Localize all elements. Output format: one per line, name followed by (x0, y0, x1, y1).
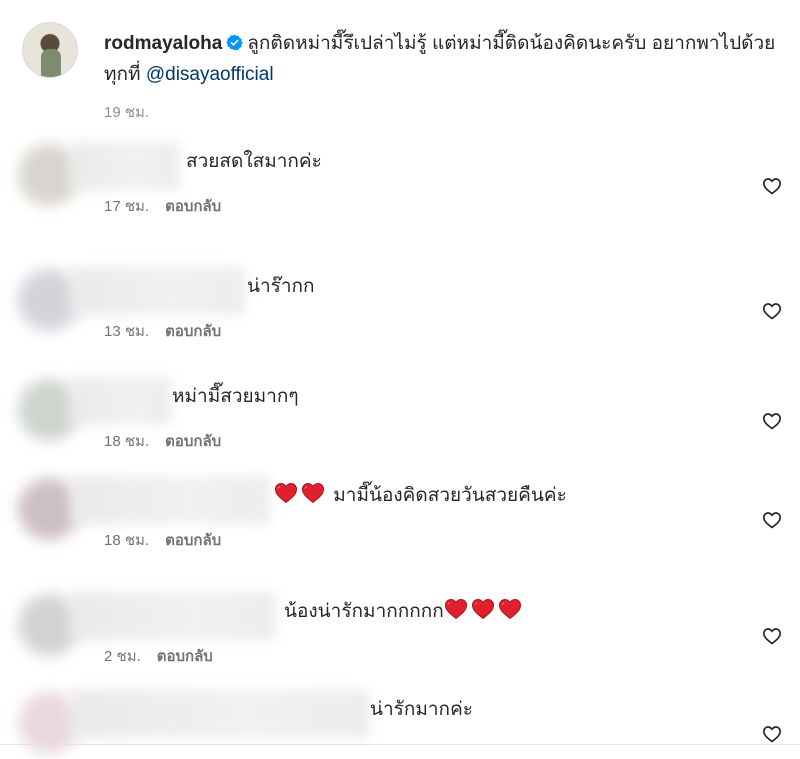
comment-meta: 13 ชม. ตอบกลับ (104, 319, 221, 343)
divider (0, 744, 800, 745)
caption-timestamp[interactable]: 19 ชม. (104, 100, 149, 124)
red-heart-emoji (301, 482, 325, 504)
comment-timestamp[interactable]: 13 ชม. (104, 323, 149, 340)
comment-row: น่าร๊ากก 13 ชม. ตอบกลับ (0, 267, 800, 367)
red-heart-emoji (444, 598, 467, 620)
comment-timestamp[interactable]: 18 ชม. (104, 433, 149, 450)
reply-button[interactable]: ตอบกลับ (165, 433, 221, 450)
comment-body: มามี๊น้องคิดสวยวันสวยคืนค่ะ (333, 485, 567, 506)
comment-text: น้องน่ารักมากกกกก (284, 592, 525, 632)
comment-meta: 17 ชม. ตอบกลับ (104, 194, 221, 218)
comment-row: น่ารักมากค่ะ (0, 690, 800, 759)
comment-timestamp[interactable]: 17 ชม. (104, 198, 149, 215)
reply-button[interactable]: ตอบกลับ (165, 198, 221, 215)
commenter-username-blurred[interactable] (70, 690, 370, 738)
post-caption: rodmayaloha ลูกติดหม่ามี๊รึเปล่าไม่รู้ แ… (22, 22, 782, 132)
reply-button[interactable]: ตอบกลับ (165, 532, 221, 549)
commenter-username-blurred[interactable] (70, 267, 245, 315)
comment-text: หม่ามี๊สวยมากๆ (172, 377, 299, 417)
like-heart-icon[interactable] (762, 626, 782, 646)
comment-body: หม่ามี๊สวยมากๆ (172, 386, 299, 407)
like-heart-icon[interactable] (762, 176, 782, 196)
commenter-username-blurred[interactable] (70, 142, 180, 190)
comment-meta: 18 ชม. ตอบกลับ (104, 429, 221, 453)
comment-timestamp[interactable]: 2 ชม. (104, 648, 141, 665)
comment-timestamp[interactable]: 18 ชม. (104, 532, 149, 549)
like-heart-icon[interactable] (762, 510, 782, 530)
red-heart-emoji (471, 598, 494, 620)
comment-row: น้องน่ารักมากกกกก 2 ชม. ตอบกลับ (0, 592, 800, 692)
comment-text: น่าร๊ากก (247, 267, 315, 307)
comment-meta: 18 ชม. ตอบกลับ (104, 528, 221, 552)
like-heart-icon[interactable] (762, 724, 782, 744)
comment-body: น่ารักมากค่ะ (370, 699, 473, 720)
comment-row: มามี๊น้องคิดสวยวันสวยคืนค่ะ 18 ชม. ตอบกลับ (0, 476, 800, 576)
commenter-username-blurred[interactable] (70, 592, 276, 640)
reply-button[interactable]: ตอบกลับ (165, 323, 221, 340)
author-avatar[interactable] (22, 22, 78, 78)
comment-text: สวยสดใสมากค่ะ (186, 142, 322, 182)
red-heart-emoji (498, 598, 521, 620)
comment-body: น้องน่ารักมากกกกก (284, 601, 444, 622)
comment-body: น่าร๊ากก (247, 276, 315, 297)
reply-button[interactable]: ตอบกลับ (157, 648, 213, 665)
comment-meta: 2 ชม. ตอบกลับ (104, 644, 213, 668)
comment-text: น่ารักมากค่ะ (370, 690, 473, 730)
comment-row: สวยสดใสมากค่ะ 17 ชม. ตอบกลับ (0, 142, 800, 242)
red-heart-emoji (274, 482, 298, 504)
author-username[interactable]: rodmayaloha (104, 33, 222, 54)
caption-text: rodmayaloha ลูกติดหม่ามี๊รึเปล่าไม่รู้ แ… (104, 28, 784, 90)
comment-body: สวยสดใสมากค่ะ (186, 151, 322, 172)
commenter-username-blurred[interactable] (70, 476, 270, 524)
like-heart-icon[interactable] (762, 301, 782, 321)
like-heart-icon[interactable] (762, 411, 782, 431)
mention-link[interactable]: @disayaofficial (146, 64, 274, 85)
verified-badge-icon (226, 34, 244, 51)
comment-text: มามี๊น้องคิดสวยวันสวยคืนค่ะ (274, 476, 567, 516)
comment-row: หม่ามี๊สวยมากๆ 18 ชม. ตอบกลับ (0, 377, 800, 477)
commenter-username-blurred[interactable] (70, 377, 172, 425)
